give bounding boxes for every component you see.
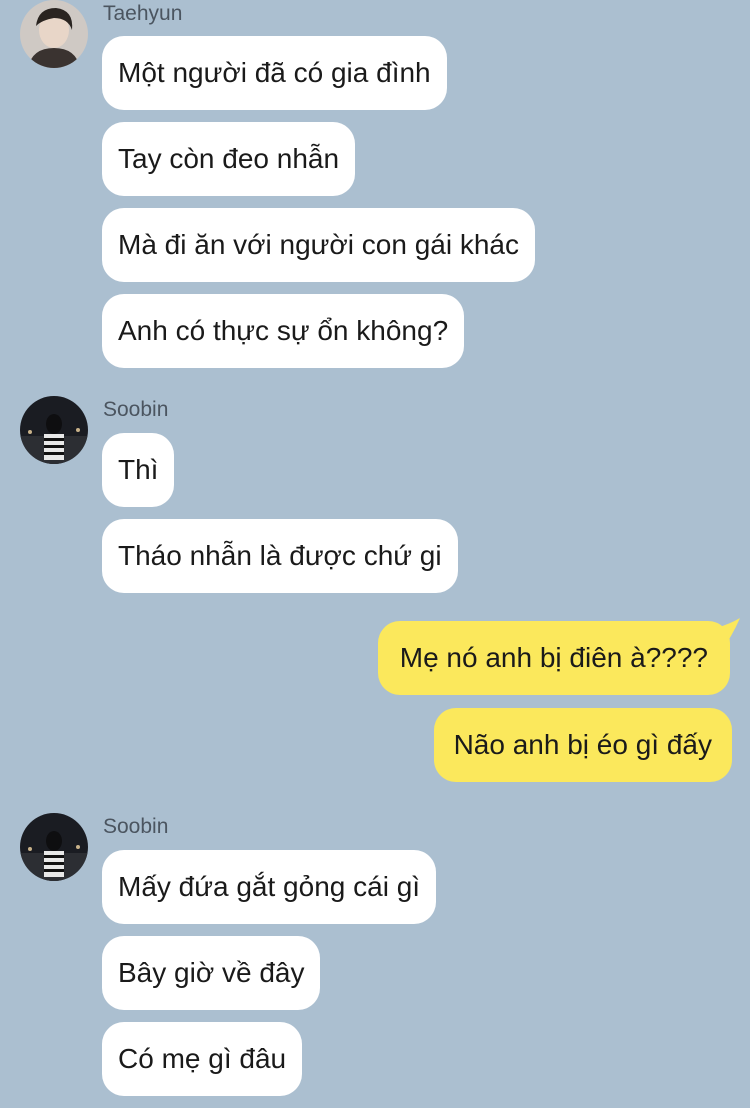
- soobin-avatar-icon[interactable]: [20, 396, 88, 464]
- sender-name: Soobin: [103, 398, 169, 421]
- message-text: Thì: [118, 454, 159, 485]
- message-bubble[interactable]: Có mẹ gì đâu: [102, 1022, 303, 1096]
- sender-name: Taehyun: [103, 2, 183, 25]
- message-text: Có mẹ gì đâu: [118, 1043, 287, 1074]
- message-text: Mà đi ăn với người con gái khác: [118, 229, 519, 260]
- message-text: Não anh bị éo gì đấy: [453, 729, 712, 760]
- message-text: Anh có thực sự ổn không?: [118, 315, 449, 346]
- message-text: Bây giờ về đây: [118, 957, 305, 988]
- message-text: Mẹ nó anh bị điên à????: [399, 642, 708, 673]
- outgoing-message-bubble[interactable]: Mẹ nó anh bị điên à????: [377, 621, 730, 695]
- soobin-avatar-icon[interactable]: [20, 813, 88, 881]
- bubble-tail-icon: [716, 618, 740, 644]
- message-bubble[interactable]: Tháo nhẫn là được chứ gi: [102, 519, 458, 593]
- sender-name: Soobin: [103, 815, 169, 838]
- message-bubble[interactable]: Anh có thực sự ổn không?: [102, 294, 465, 368]
- message-text: Tay còn đeo nhẫn: [118, 143, 340, 174]
- taehyun-avatar-icon[interactable]: [20, 0, 88, 68]
- message-bubble[interactable]: Bây giờ về đây: [102, 936, 321, 1010]
- message-bubble[interactable]: Tay còn đeo nhẫn: [102, 122, 356, 196]
- outgoing-message-bubble[interactable]: Não anh bị éo gì đấy: [433, 708, 732, 782]
- message-text: Mấy đứa gắt gỏng cái gì: [118, 871, 421, 902]
- message-bubble[interactable]: Thì: [102, 433, 175, 507]
- message-text: Một người đã có gia đình: [118, 57, 431, 88]
- message-bubble[interactable]: Một người đã có gia đình: [102, 36, 447, 110]
- message-bubble[interactable]: Mấy đứa gắt gỏng cái gì: [102, 850, 437, 924]
- message-bubble[interactable]: Mà đi ăn với người con gái khác: [102, 208, 535, 282]
- message-text: Tháo nhẫn là được chứ gi: [118, 540, 442, 571]
